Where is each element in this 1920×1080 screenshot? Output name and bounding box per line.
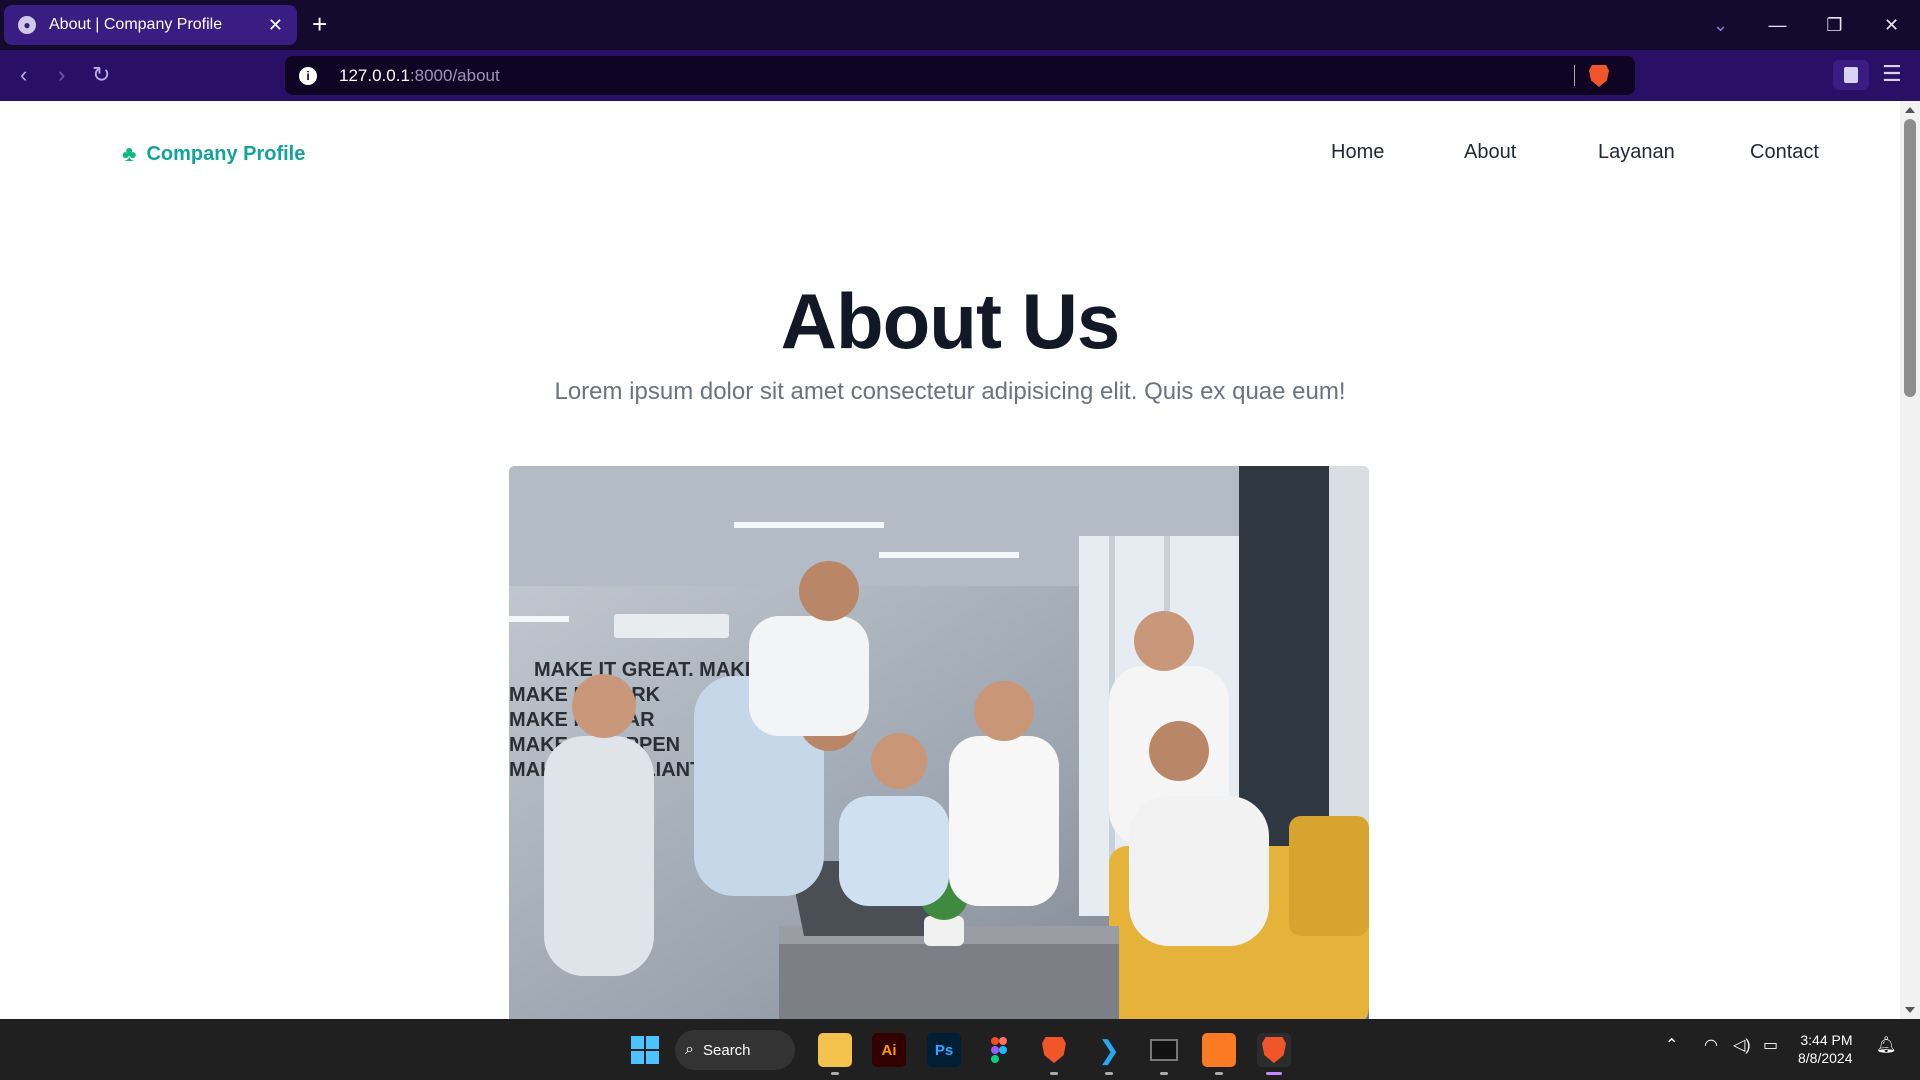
xampp-icon[interactable] xyxy=(1202,1033,1236,1067)
search-icon: ⌕ xyxy=(685,1041,694,1058)
nav-home[interactable]: Home xyxy=(1331,141,1384,164)
wifi-icon[interactable]: ◠ xyxy=(1704,1035,1718,1055)
running-indicator xyxy=(1160,1072,1168,1075)
battery-icon[interactable]: ▭ xyxy=(1763,1035,1778,1055)
wallet-icon xyxy=(1844,67,1858,83)
nav-layanan[interactable]: Layanan xyxy=(1598,141,1675,164)
title-word-us: Us xyxy=(1021,277,1120,365)
new-tab-button[interactable]: + xyxy=(312,8,327,40)
start-button[interactable] xyxy=(628,1033,662,1067)
scroll-up-arrow-icon[interactable] xyxy=(1905,107,1915,113)
url-text: 127.0.0.1:8000/about xyxy=(339,65,500,85)
page-viewport: ♣ Company Profile Home About Layanan Con… xyxy=(0,101,1900,1019)
site-info-icon[interactable]: i xyxy=(299,66,317,85)
taskbar-search[interactable]: ⌕ Search xyxy=(675,1030,795,1070)
taskbar: ⌕ Search Ai Ps ❯ ⌃ ◠ ◁) ▭ 3:44 PM 8/8/20… xyxy=(0,1019,1920,1080)
search-label: Search xyxy=(703,1041,751,1059)
illustrator-icon[interactable]: Ai xyxy=(872,1033,906,1067)
tab-close-icon[interactable]: ✕ xyxy=(268,15,283,36)
clock-date: 8/8/2024 xyxy=(1798,1050,1853,1066)
running-indicator xyxy=(1215,1072,1223,1075)
browser-tab-active[interactable]: ● About | Company Profile ✕ xyxy=(4,5,297,45)
site-brand[interactable]: ♣ Company Profile xyxy=(122,141,305,167)
terminal-icon[interactable] xyxy=(1147,1033,1181,1067)
page-scrollbar[interactable] xyxy=(1900,101,1920,1019)
nav-about[interactable]: About xyxy=(1464,141,1516,164)
browser-menu-icon[interactable]: ☰ xyxy=(1882,63,1902,85)
file-explorer-icon[interactable] xyxy=(818,1033,852,1067)
window-controls: ⌄ — ❐ ✕ xyxy=(1692,0,1920,50)
active-indicator xyxy=(1266,1072,1282,1075)
nav-contact[interactable]: Contact xyxy=(1750,141,1819,164)
browser-toolbar: ‹ › ↻ i 127.0.0.1:8000/about ☰ xyxy=(0,50,1920,101)
profile-wallet-button[interactable] xyxy=(1833,60,1869,90)
title-word-about: About xyxy=(780,277,1002,365)
running-indicator xyxy=(831,1072,839,1075)
tray-overflow-chevron-icon[interactable]: ⌃ xyxy=(1665,1035,1678,1055)
vscode-icon[interactable]: ❯ xyxy=(1092,1033,1126,1067)
reload-button[interactable]: ↻ xyxy=(92,60,110,90)
running-indicator xyxy=(1050,1072,1058,1075)
forward-button[interactable]: › xyxy=(58,60,65,90)
running-indicator xyxy=(1105,1072,1113,1075)
page-title: About Us xyxy=(0,276,1900,367)
brand-name: Company Profile xyxy=(146,142,306,165)
address-bar[interactable]: i 127.0.0.1:8000/about xyxy=(285,56,1635,95)
clover-logo-icon: ♣ xyxy=(122,141,137,166)
tab-search-chevron-icon[interactable]: ⌄ xyxy=(1692,15,1749,36)
browser-titlebar: ● About | Company Profile ✕ + ⌄ — ❐ ✕ xyxy=(0,0,1920,50)
figma-icon[interactable] xyxy=(982,1033,1016,1067)
notification-bell-icon[interactable]: 🔔︎ xyxy=(1876,1035,1896,1055)
address-divider xyxy=(1574,65,1575,86)
tab-title: About | Company Profile xyxy=(49,16,223,33)
brave-icon[interactable] xyxy=(1257,1033,1291,1067)
page-subtitle: Lorem ipsum dolor sit amet consectetur a… xyxy=(554,378,1346,405)
minimize-button[interactable]: — xyxy=(1749,15,1806,36)
clock-time: 3:44 PM xyxy=(1800,1032,1853,1048)
scrollbar-thumb[interactable] xyxy=(1904,119,1916,397)
back-button[interactable]: ‹ xyxy=(20,60,27,90)
volume-icon[interactable]: ◁) xyxy=(1733,1035,1751,1055)
system-clock[interactable]: 3:44 PM 8/8/2024 xyxy=(1798,1031,1853,1067)
team-photo: MAKE IT GREAT. MAKE MAKE IT WORK MAKE IT… xyxy=(509,466,1369,1019)
scroll-down-arrow-icon[interactable] xyxy=(1905,1007,1915,1013)
brave-shields-icon[interactable] xyxy=(1589,65,1609,87)
windows-logo-icon xyxy=(631,1036,659,1064)
close-window-button[interactable]: ✕ xyxy=(1863,15,1920,36)
photoshop-icon[interactable]: Ps xyxy=(927,1033,961,1067)
brave-beta-icon[interactable] xyxy=(1037,1033,1071,1067)
globe-icon: ● xyxy=(18,16,36,34)
restore-button[interactable]: ❐ xyxy=(1806,15,1863,36)
